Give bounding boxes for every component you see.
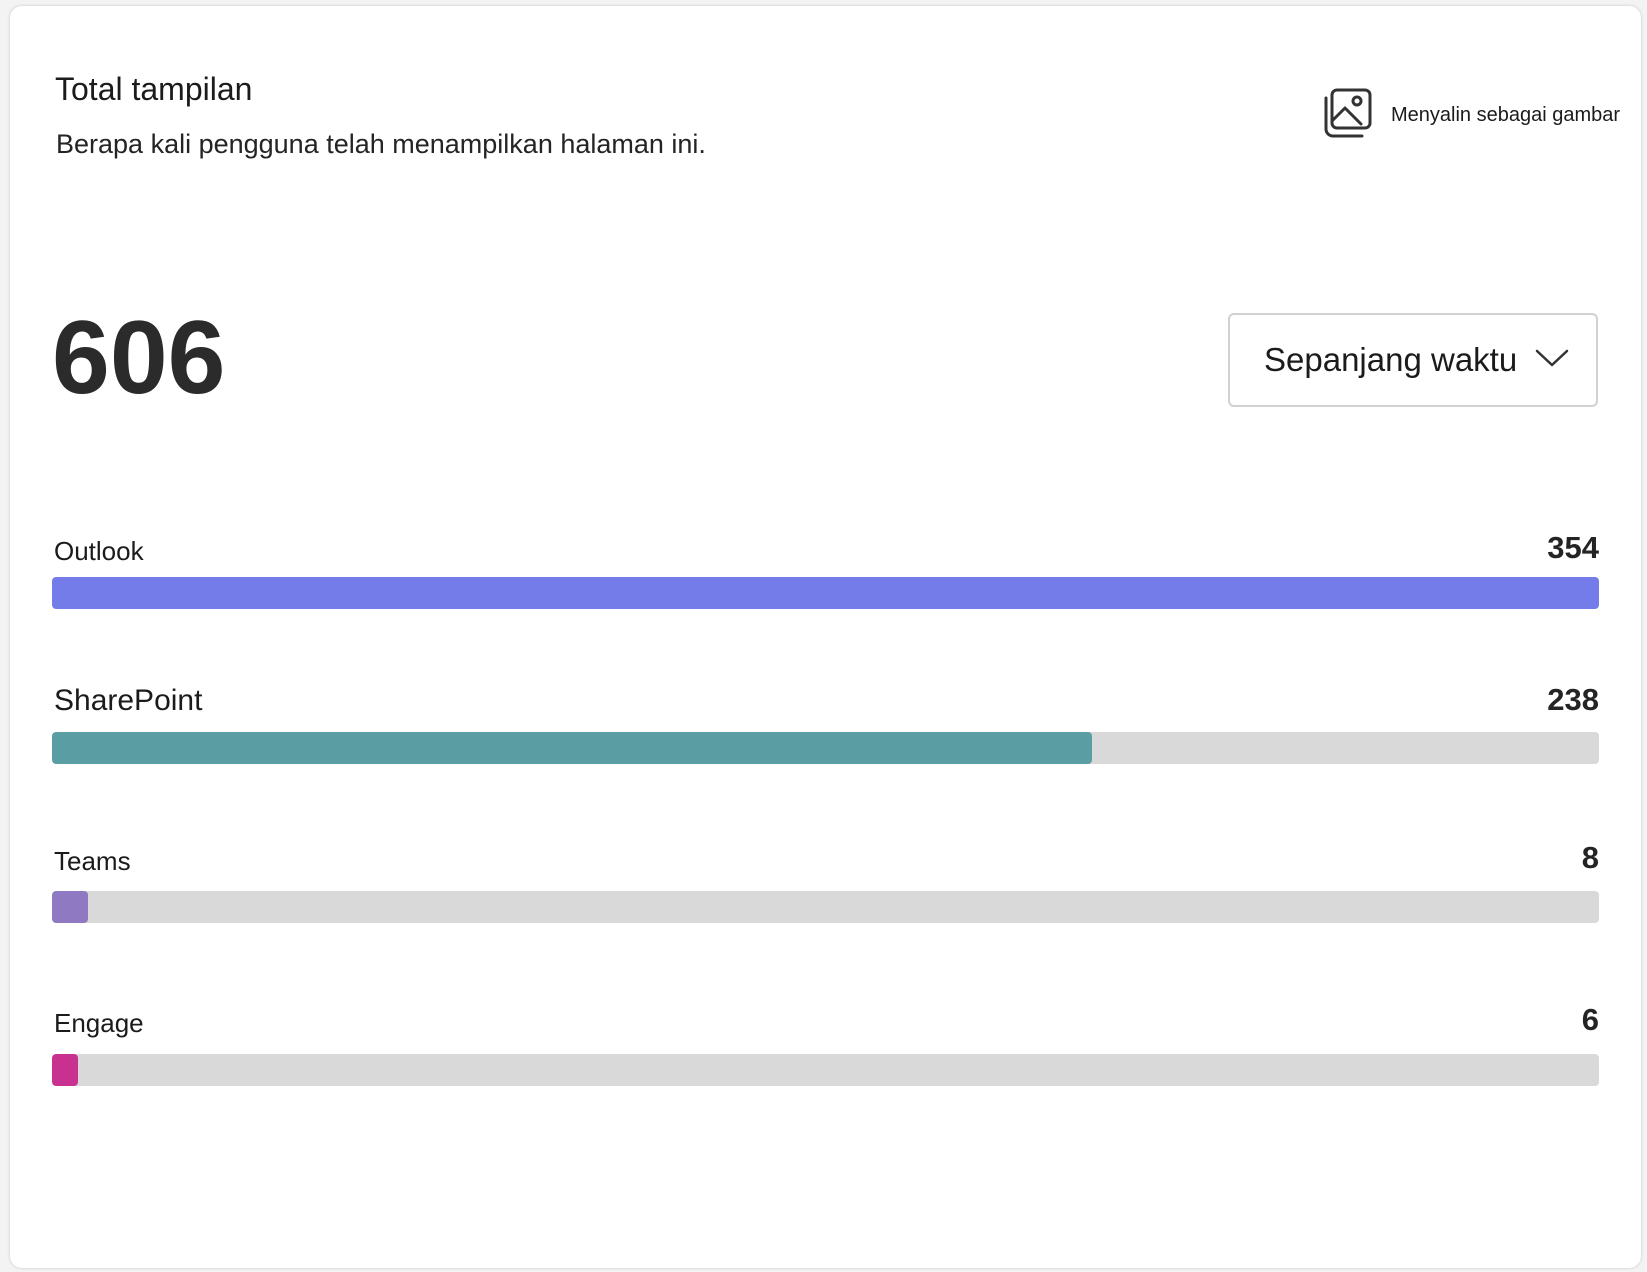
source-label: Outlook: [54, 536, 144, 566]
source-value: 354: [1547, 530, 1599, 565]
source-label: Teams: [54, 846, 131, 876]
image-copy-icon: [1321, 87, 1373, 144]
source-bar-fill: [52, 577, 1599, 609]
time-range-selected: Sepanjang waktu: [1264, 341, 1518, 378]
total-views-value: 606: [52, 300, 226, 416]
copy-as-image-label: Menyalin sebagai gambar: [1391, 103, 1621, 126]
source-bar-fill: [52, 1054, 79, 1086]
source-bar-fill: [52, 732, 1092, 764]
source-label: SharePoint: [54, 684, 203, 717]
chevron-down-icon: [1517, 348, 1569, 373]
copy-as-image-button[interactable]: Menyalin sebagai gambar: [1321, 86, 1620, 144]
source-bar-track: [52, 732, 1599, 764]
card-subtitle: Berapa kali pengguna telah menampilkan h…: [56, 129, 706, 159]
source-value: 6: [1581, 1002, 1599, 1037]
source-value: 238: [1547, 682, 1599, 717]
source-label: Engage: [54, 1008, 144, 1038]
source-bar-fill: [52, 891, 88, 923]
card-title: Total tampilan: [55, 71, 253, 107]
time-range-dropdown[interactable]: Sepanjang waktu: [1228, 313, 1598, 407]
source-bar-track: [52, 1054, 1599, 1086]
total-views-card: Total tampilan Berapa kali pengguna tela…: [10, 6, 1641, 1268]
source-value: 8: [1581, 840, 1599, 875]
source-bar-track: [52, 891, 1599, 923]
source-bar-track: [52, 577, 1599, 609]
